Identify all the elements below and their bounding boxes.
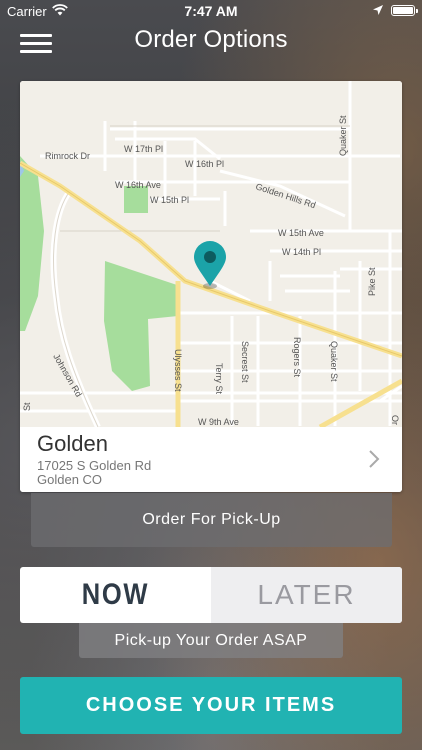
map-label-w15thpl: W 15th Pl	[150, 195, 189, 205]
location-arrow-icon	[372, 4, 384, 19]
navigation-bar: Order Options	[0, 22, 422, 62]
map-label-left-st: St	[22, 402, 32, 411]
map-label-secrest: Secrest St	[240, 341, 250, 383]
map-label-quaker-top: Quaker St	[338, 115, 348, 156]
store-name: Golden	[37, 431, 108, 456]
map-label-w16thpl: W 16th Pl	[185, 159, 224, 169]
store-address-line2: Golden CO	[37, 472, 103, 487]
map-label-right-or: Or	[390, 415, 400, 425]
order-pickup-button[interactable]: Order For Pick-Up	[31, 493, 392, 547]
map-label-rogers: Rogers St	[292, 337, 302, 378]
chevron-right-icon	[368, 449, 380, 474]
map-label-rimrock: Rimrock Dr	[45, 151, 90, 161]
later-option[interactable]: LATER	[211, 567, 402, 623]
map-label-terry: Terry St	[214, 363, 224, 395]
now-option[interactable]: NOW	[34, 567, 197, 623]
store-card: Rimrock Dr W 17th Pl W 16th Pl W 16th Av…	[20, 81, 402, 492]
map-label-pike: Pike St	[367, 267, 377, 296]
store-address-line1: 17025 S Golden Rd	[37, 458, 152, 473]
status-bar: Carrier 7:47 AM	[0, 0, 422, 22]
map-label-w17th: W 17th Pl	[124, 144, 163, 154]
store-location-row[interactable]: Golden 17025 S Golden Rd Golden CO	[20, 427, 402, 492]
park-area	[124, 186, 148, 213]
map-label-w9th: W 9th Ave	[198, 417, 239, 427]
battery-icon	[391, 5, 418, 16]
clock: 7:47 AM	[184, 3, 238, 19]
timing-description: Pick-up Your Order ASAP	[79, 623, 343, 658]
map-label-w15thave: W 15th Ave	[278, 228, 324, 238]
map-label-ulysses: Ulysses St	[173, 349, 183, 392]
choose-items-button[interactable]: CHOOSE YOUR ITEMS	[20, 677, 402, 734]
store-map[interactable]: Rimrock Dr W 17th Pl W 16th Pl W 16th Av…	[20, 81, 402, 427]
map-label-quaker-bottom: Quaker St	[329, 341, 339, 382]
map-label-w16thave: W 16th Ave	[115, 180, 161, 190]
timing-toggle: NOW LATER	[20, 567, 402, 623]
page-title: Order Options	[134, 26, 288, 53]
map-label-w14thpl: W 14th Pl	[282, 247, 321, 257]
